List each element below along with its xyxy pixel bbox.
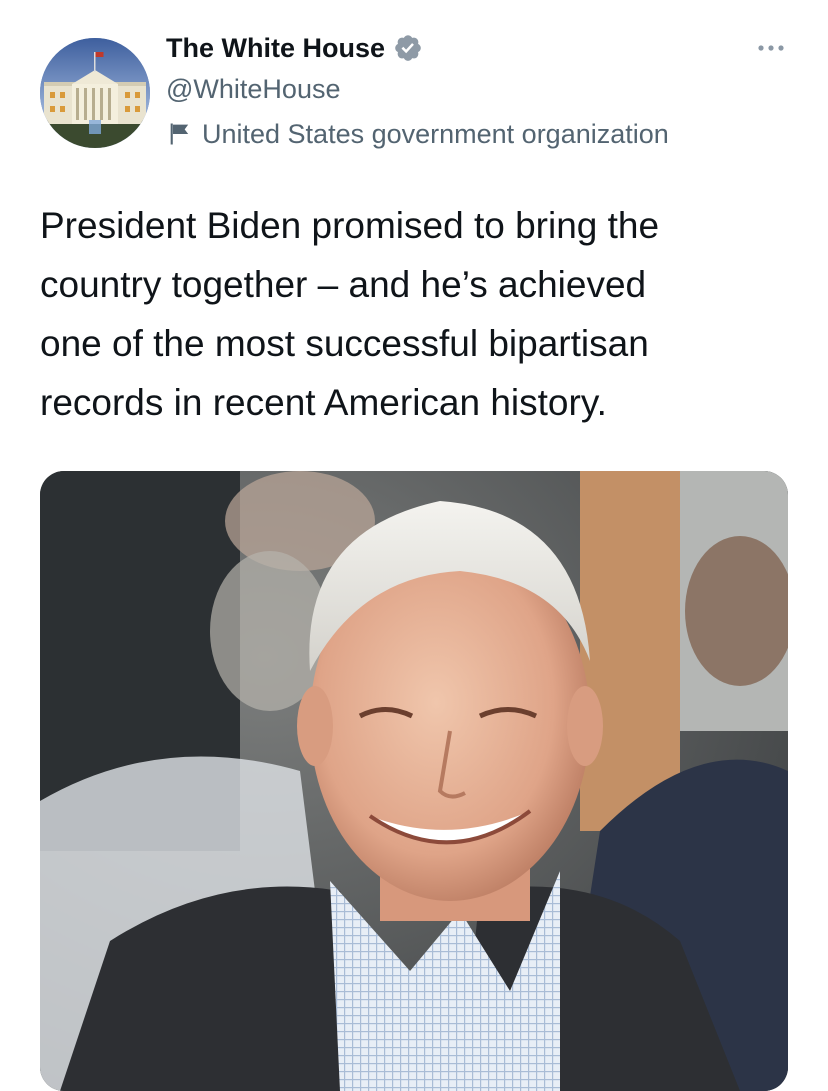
tweet-photo[interactable] <box>40 471 788 1091</box>
government-label-text: United States government organization <box>202 119 669 149</box>
flag-icon <box>166 120 194 148</box>
tweet-text-line: country together – and he’s achieved <box>40 264 647 305</box>
government-label[interactable]: United States government organization <box>166 116 669 152</box>
photo-illustration <box>40 471 788 1091</box>
verified-badge-icon <box>393 33 423 63</box>
tweet-text: President Biden promised to bring the co… <box>40 196 800 432</box>
white-house-avatar-icon <box>40 38 150 148</box>
more-options-icon <box>758 45 784 51</box>
more-options-button[interactable] <box>752 30 792 66</box>
tweet[interactable]: The White House @WhiteHouse United State… <box>0 0 828 1091</box>
author-display-name[interactable]: The White House <box>166 30 423 66</box>
tweet-text-line: President Biden promised to bring the <box>40 205 660 246</box>
display-name-text[interactable]: The White House <box>166 30 385 66</box>
author-avatar[interactable] <box>40 38 150 148</box>
tweet-text-line: records in recent American history. <box>40 382 607 423</box>
tweet-text-line: one of the most successful bipartisan <box>40 323 649 364</box>
author-handle[interactable]: @WhiteHouse <box>166 71 340 107</box>
